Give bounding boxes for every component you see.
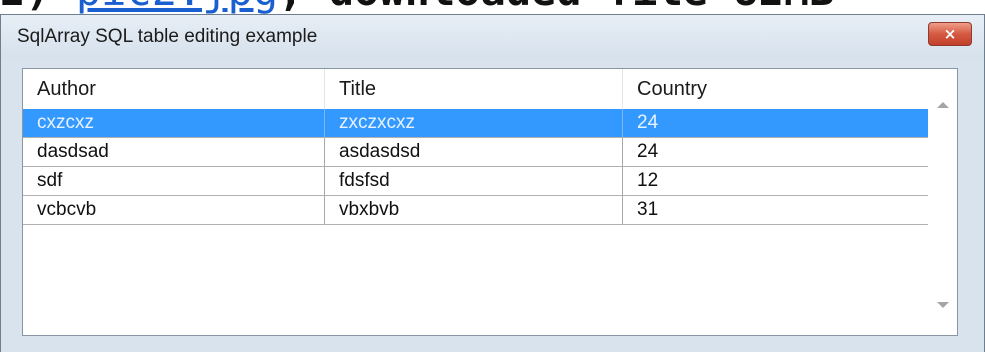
column-header-country[interactable]: Country xyxy=(623,69,929,109)
cell-country[interactable]: 24 xyxy=(623,109,929,137)
scroll-down-arrow-icon[interactable] xyxy=(937,302,949,308)
cell-title[interactable]: asdasdsd xyxy=(325,138,623,166)
cell-author[interactable]: cxzcxz xyxy=(23,109,325,137)
table-header: Author Title Country xyxy=(23,69,929,109)
close-icon: × xyxy=(943,24,957,43)
table-row[interactable]: dasdsad asdasdsd 24 xyxy=(23,138,929,167)
table-body: cxzcxz zxczxcxz 24 dasdsad asdasdsd 24 s… xyxy=(23,109,929,225)
cell-title[interactable]: vbxbvb xyxy=(325,196,623,224)
cell-title[interactable]: zxczxcxz xyxy=(325,109,623,137)
title-bar[interactable]: SqlArray SQL table editing example × xyxy=(1,15,984,59)
cell-country[interactable]: 24 xyxy=(623,138,929,166)
column-header-title[interactable]: Title xyxy=(325,69,623,109)
table-row[interactable]: cxzcxz zxczxcxz 24 xyxy=(23,109,929,138)
cell-author[interactable]: sdf xyxy=(23,167,325,195)
text-suffix: , downloaded file 82MB xyxy=(278,0,834,15)
table-list-view[interactable]: Author Title Country cxzcxz zxczxcxz 24 … xyxy=(22,68,958,336)
cell-author[interactable]: vcbcvb xyxy=(23,196,325,224)
table-row[interactable]: vcbcvb vbxbvb 31 xyxy=(23,196,929,225)
column-header-author[interactable]: Author xyxy=(23,69,325,109)
table-row[interactable]: sdf fdsfsd 12 xyxy=(23,167,929,196)
cell-title[interactable]: fdsfsd xyxy=(325,167,623,195)
scroll-up-arrow-icon[interactable] xyxy=(937,102,949,108)
window-title: SqlArray SQL table editing example xyxy=(17,26,318,47)
image-link[interactable]: pic2.jpg xyxy=(76,0,278,15)
vertical-scrollbar[interactable] xyxy=(928,69,957,335)
dialog-window: SqlArray SQL table editing example × Aut… xyxy=(0,14,985,352)
close-button[interactable]: × xyxy=(928,22,972,46)
text-prefix: 2) xyxy=(0,0,76,15)
cell-author[interactable]: dasdsad xyxy=(23,138,325,166)
cell-country[interactable]: 12 xyxy=(623,167,929,195)
cell-country[interactable]: 31 xyxy=(623,196,929,224)
